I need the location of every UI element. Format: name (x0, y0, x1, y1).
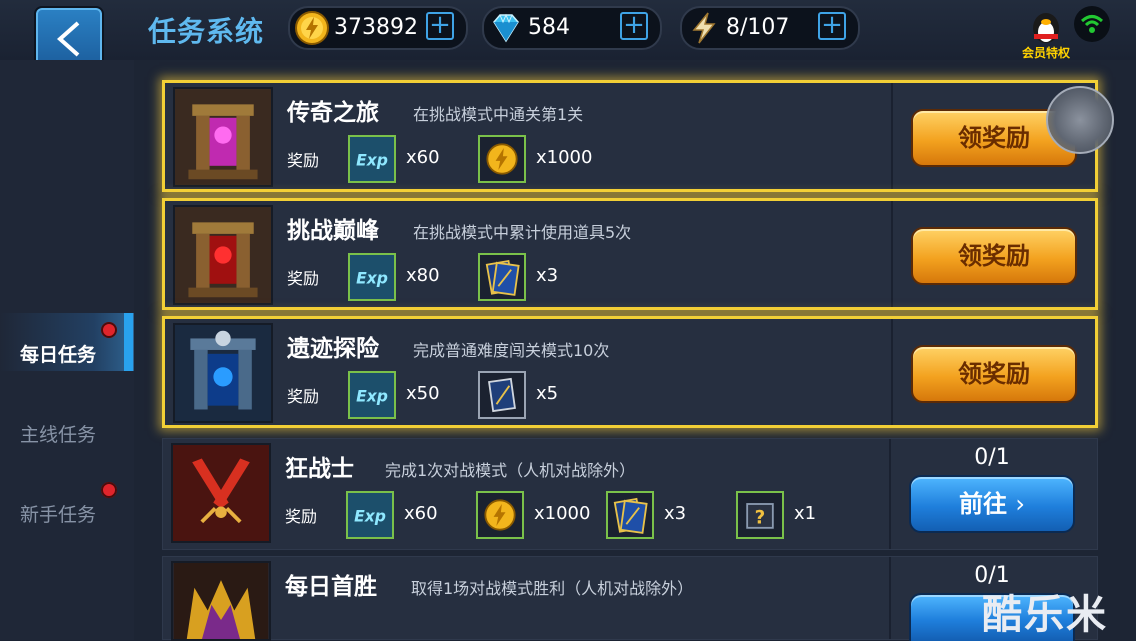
task-name: 遗迹探险 (287, 336, 379, 362)
svg-text:Exp: Exp (356, 387, 388, 405)
task-card: 每日首胜 取得1场对战模式胜利（人机对战除外） 0/1 (162, 556, 1098, 641)
svg-text:?: ? (755, 507, 766, 528)
back-arrow-icon (56, 21, 80, 57)
task-description: 完成1次对战模式（人机对战除外） (385, 461, 636, 480)
notification-dot (101, 482, 117, 498)
reward-quantity: x1000 (534, 503, 591, 524)
go-button[interactable]: 前往 › (909, 475, 1075, 533)
chevron-right-icon: › (1015, 490, 1025, 518)
task-card: 遗迹探险 完成普通难度闯关模式10次 奖励 Exp x50 x5 领奖励 (162, 316, 1098, 428)
card-divider (889, 557, 891, 639)
exp-icon: Exp (348, 371, 396, 419)
reward-label: 奖励 (285, 507, 318, 526)
svg-text:Exp: Exp (356, 269, 388, 287)
svg-text:Exp: Exp (354, 507, 386, 525)
energy-amount: 8/107 (726, 15, 790, 40)
gold-counter: 373892 + (288, 6, 468, 50)
reward-quantity: x60 (404, 503, 438, 524)
page-title: 任务系统 (148, 15, 265, 48)
add-energy-button[interactable]: + (818, 12, 846, 40)
purple-portal-icon (173, 87, 273, 187)
sidebar-item-newbie[interactable]: 新手任务 (20, 500, 96, 527)
sidebar-item-main[interactable]: 主线任务 (20, 420, 96, 447)
penguin-icon (1033, 13, 1059, 43)
sidebar-active-edge (124, 313, 133, 371)
task-name: 挑战巅峰 (287, 218, 379, 244)
exp-card-icon (478, 253, 526, 301)
add-gold-button[interactable]: + (426, 12, 454, 40)
vip-label: 会员特权 (1021, 46, 1070, 60)
task-description: 在挑战模式中累计使用道具5次 (413, 223, 632, 242)
reward-quantity: x60 (406, 147, 440, 168)
claim-reward-button[interactable]: 领奖励 (911, 227, 1077, 285)
task-card: 挑战巅峰 在挑战模式中累计使用道具5次 奖励 Exp x80 x3 领奖励 (162, 198, 1098, 310)
card-divider (889, 439, 891, 549)
reward-quantity: x1 (794, 503, 817, 524)
reward-label: 奖励 (287, 269, 320, 288)
vip-privilege-button[interactable]: 会员特权 (1016, 6, 1076, 60)
task-name: 每日首胜 (285, 574, 377, 600)
gold-coin-icon (478, 135, 526, 183)
red-portal-icon (173, 205, 273, 305)
gem-amount: 584 (528, 15, 570, 40)
exp-card-icon (478, 371, 526, 419)
exp-icon: Exp (348, 135, 396, 183)
gem-counter: 584 + (482, 6, 662, 50)
task-card: 传奇之旅 在挑战模式中通关第1关 奖励 Exp x60 x1000 领奖励 (162, 80, 1098, 192)
floating-assistive-ball[interactable] (1046, 86, 1114, 154)
reward-quantity: x80 (406, 265, 440, 286)
reward-label: 奖励 (287, 151, 320, 170)
reward-quantity: x5 (536, 383, 559, 404)
gold-coin-icon (476, 491, 524, 539)
task-name: 狂战士 (285, 456, 354, 482)
exp-card-icon (606, 491, 654, 539)
blue-portal-icon (173, 323, 273, 423)
watermark: 酷乐米 (982, 592, 1108, 638)
gold-amount: 373892 (334, 15, 418, 40)
exp-icon: Exp (346, 491, 394, 539)
reward-quantity: x3 (664, 503, 687, 524)
go-button-label: 前往 (959, 490, 1008, 518)
task-description: 取得1场对战模式胜利（人机对战除外） (411, 579, 694, 598)
sidebar: 每日任务 主线任务 新手任务 (0, 60, 134, 640)
claim-reward-button[interactable]: 领奖励 (911, 345, 1077, 403)
crossed-swords-icon (171, 443, 271, 543)
gold-coin-icon (295, 11, 329, 45)
wifi-icon (1074, 6, 1110, 42)
exp-icon: Exp (348, 253, 396, 301)
card-divider (891, 201, 893, 307)
card-divider (891, 83, 893, 189)
sidebar-item-daily[interactable]: 每日任务 (20, 340, 96, 367)
reward-label: 奖励 (287, 387, 320, 406)
task-progress: 0/1 (974, 445, 1010, 470)
task-description: 在挑战模式中通关第1关 (413, 105, 584, 124)
reward-quantity: x3 (536, 265, 559, 286)
svg-text:Exp: Exp (356, 151, 388, 169)
task-name: 传奇之旅 (287, 100, 379, 126)
notification-dot (101, 322, 117, 338)
card-divider (891, 319, 893, 425)
diamond-icon (493, 13, 519, 43)
energy-counter: 8/107 + (680, 6, 860, 50)
add-gem-button[interactable]: + (620, 12, 648, 40)
mystery-box-icon: ? (736, 491, 784, 539)
task-card: 狂战士 完成1次对战模式（人机对战除外） 奖励 Exp x60 x1000 x3… (162, 438, 1098, 550)
top-bar: 任务系统 373892 + 584 + 8/107 + 会员特权 (0, 0, 1136, 72)
lightning-icon (692, 12, 716, 44)
reward-quantity: x1000 (536, 147, 593, 168)
task-description: 完成普通难度闯关模式10次 (413, 341, 610, 360)
golden-crown-icon (171, 561, 271, 641)
reward-quantity: x50 (406, 383, 440, 404)
